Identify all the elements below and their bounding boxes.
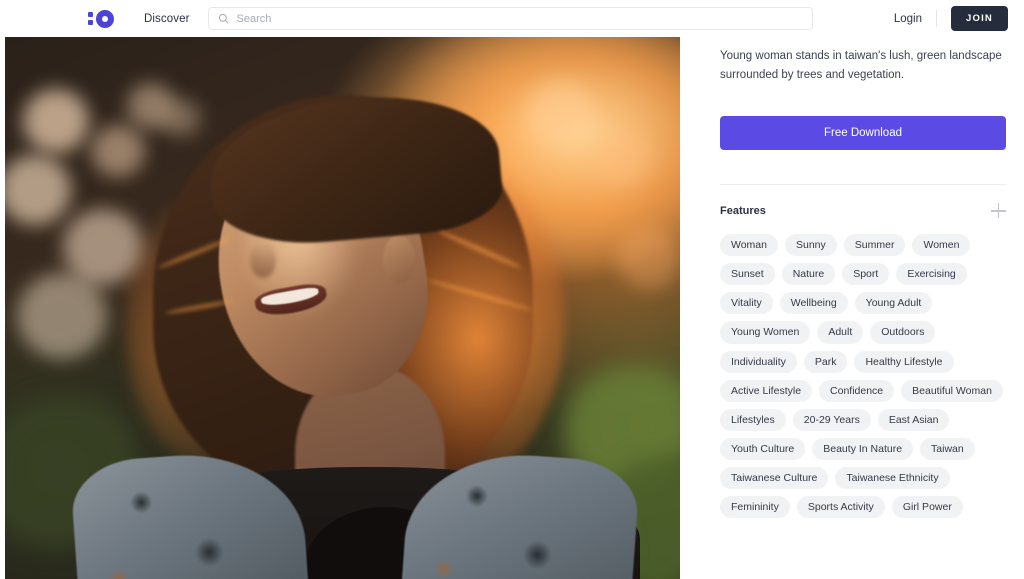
search-icon	[218, 13, 229, 24]
feature-tag[interactable]: East Asian	[877, 408, 950, 431]
logo-squares-icon	[88, 12, 93, 25]
photo-column	[0, 37, 680, 579]
section-divider	[720, 184, 1006, 186]
logo-square-bottom	[88, 20, 93, 25]
feature-tag[interactable]: Taiwanese Ethnicity	[835, 466, 950, 489]
image-description: Young woman stands in taiwan's lush, gre…	[720, 50, 1002, 81]
nav-item-discover[interactable]: Discover	[144, 13, 190, 25]
feature-tag[interactable]: Active Lifestyle	[720, 379, 813, 402]
header-divider	[936, 10, 938, 27]
logo-ring-icon	[96, 9, 114, 28]
feature-tag[interactable]: Sport	[842, 263, 890, 286]
header-actions: Login JOIN	[880, 6, 1008, 31]
feature-tag[interactable]: Park	[803, 350, 848, 373]
top-header: Discover Login JOIN	[0, 0, 1024, 37]
feature-tag[interactable]: Nature	[781, 263, 836, 286]
feature-tag[interactable]: Woman	[720, 234, 778, 257]
feature-tag[interactable]: Beautiful Woman	[901, 379, 1003, 402]
hero-photo[interactable]	[5, 37, 680, 579]
feature-tag[interactable]: Healthy Lifestyle	[854, 350, 954, 373]
feature-tag[interactable]: Femininity	[720, 495, 790, 518]
logo-square-top	[88, 12, 93, 17]
features-header: Features	[720, 203, 1006, 219]
feature-tag[interactable]: Exercising	[896, 263, 967, 286]
feature-tag[interactable]: Outdoors	[870, 321, 936, 344]
feature-tag[interactable]: Individuality	[720, 350, 797, 373]
feature-tag[interactable]: Sunny	[785, 234, 837, 257]
nose	[250, 242, 276, 278]
feature-tag[interactable]: Girl Power	[891, 495, 963, 518]
ear	[383, 235, 415, 283]
features-title: Features	[720, 204, 766, 217]
feature-tag[interactable]: Confidence	[819, 379, 895, 402]
free-download-button[interactable]: Free Download	[720, 116, 1006, 151]
join-button[interactable]: JOIN	[951, 6, 1008, 31]
feature-tag[interactable]: Young Women	[720, 321, 811, 344]
feature-tag[interactable]: Taiwan	[920, 437, 975, 460]
feature-tag[interactable]: Beauty In Nature	[812, 437, 914, 460]
brand-logo[interactable]	[88, 9, 114, 28]
feature-tag[interactable]: Taiwanese Culture	[720, 466, 829, 489]
photo-subject	[5, 37, 680, 579]
feature-tag[interactable]: Women	[912, 234, 971, 257]
feature-tag[interactable]: Lifestyles	[720, 408, 786, 431]
feature-tag[interactable]: Wellbeing	[779, 292, 848, 315]
feature-tag[interactable]: 20-29 Years	[792, 408, 871, 431]
feature-tag[interactable]: Sports Activity	[796, 495, 885, 518]
feature-tag[interactable]: Adult	[817, 321, 864, 344]
feature-tag[interactable]: Young Adult	[854, 292, 933, 315]
feature-tag-list: Woman Sunny Summer Women Sunset Nature Sport Ex…	[720, 234, 1012, 518]
feature-tag[interactable]: Sunset	[720, 263, 775, 286]
search-bar[interactable]	[207, 7, 813, 30]
feature-tag[interactable]: Summer	[843, 234, 906, 257]
details-panel: Young woman stands in taiwan's lush, gre…	[680, 37, 1024, 518]
feature-tag[interactable]: Youth Culture	[720, 437, 806, 460]
feature-tag[interactable]: Vitality	[720, 292, 773, 315]
login-link[interactable]: Login	[880, 13, 936, 25]
plus-icon[interactable]	[991, 203, 1006, 219]
search-input[interactable]	[236, 12, 803, 25]
page-content: Young woman stands in taiwan's lush, gre…	[0, 37, 1024, 579]
